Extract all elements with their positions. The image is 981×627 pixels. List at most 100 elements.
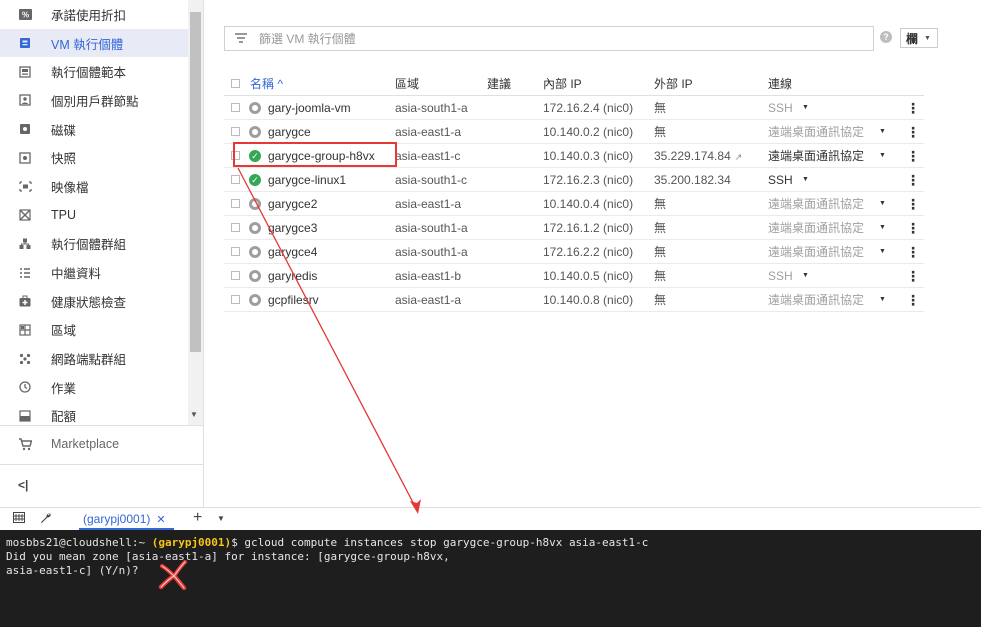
instance-name-link[interactable]: garygce <box>268 120 311 144</box>
instance-name-link[interactable]: garygce4 <box>268 240 317 264</box>
caret-down-icon[interactable]: ▼ <box>802 264 809 288</box>
caret-down-icon[interactable]: ▼ <box>879 120 886 144</box>
metadata-icon <box>18 266 32 280</box>
sidebar-item-label: 中繼資料 <box>51 267 102 282</box>
wrench-icon[interactable] <box>40 512 52 527</box>
select-all-checkbox[interactable] <box>231 79 240 88</box>
sidebar-item-label: 執行個體群組 <box>51 238 127 253</box>
more-options-icon[interactable]: ⋮ <box>906 264 920 288</box>
columns-button[interactable]: 欄 ▼ <box>900 28 938 48</box>
table-body: gary-joomla-vm asia-south1-a 172.16.2.4 (n… <box>224 96 924 312</box>
external-ip-cell: 無 <box>654 120 666 144</box>
sidebar-item[interactable]: 健康狀態檢查 <box>0 287 188 316</box>
zone-cell: asia-south1-a <box>395 101 468 115</box>
instance-group-icon <box>18 237 32 251</box>
internal-ip-cell: 10.140.0.8 (nic0) <box>543 293 634 307</box>
sidebar-item[interactable]: % 承諾使用折扣 <box>0 0 188 29</box>
sidebar-item-marketplace[interactable]: Marketplace <box>0 430 204 459</box>
prompt-project: (garypj0001) <box>151 536 232 549</box>
sidebar-scroll-thumb[interactable] <box>190 12 201 352</box>
columns-label: 欄 <box>906 31 919 46</box>
sidebar-item[interactable]: 作業 <box>0 373 188 402</box>
instance-name-link[interactable]: garygce2 <box>268 192 317 216</box>
instance-name-link[interactable]: gary-joomla-vm <box>268 96 351 120</box>
sidebar-item-label: 健康狀態檢查 <box>51 295 127 310</box>
caret-down-icon[interactable]: ▼ <box>879 288 886 312</box>
row-checkbox[interactable] <box>231 271 240 280</box>
sidebar-item[interactable]: 執行個體範本 <box>0 57 188 86</box>
more-options-icon[interactable]: ⋮ <box>906 288 920 312</box>
cloud-shell-tabbar: (garypj0001) ✕ + ▼ <box>0 507 981 530</box>
sidebar-item[interactable]: 配額 <box>0 402 188 431</box>
sidebar-item-label: Marketplace <box>51 437 120 452</box>
more-options-icon[interactable]: ⋮ <box>906 240 920 264</box>
sidebar-item[interactable]: 映像檔 <box>0 172 188 201</box>
more-options-icon[interactable]: ⋮ <box>906 216 920 240</box>
filter-input[interactable]: 篩選 VM 執行個體 <box>224 26 874 51</box>
external-ip-cell[interactable]: 35.200.182.34 <box>654 168 731 192</box>
connect-button[interactable]: 遠端桌面通訊協定 <box>768 192 864 216</box>
connect-button[interactable]: SSH <box>768 168 793 192</box>
more-options-icon[interactable]: ⋮ <box>906 96 920 120</box>
disk-icon <box>18 122 32 136</box>
caret-down-icon[interactable]: ▼ <box>879 240 886 264</box>
row-checkbox[interactable] <box>231 175 240 184</box>
caret-down-icon[interactable]: ▼ <box>879 216 886 240</box>
caret-down-icon[interactable]: ▼ <box>879 192 886 216</box>
collapse-sidebar-button[interactable]: <| <box>18 478 28 492</box>
sidebar-item[interactable]: 個別用戶群節點 <box>0 86 188 115</box>
connect-button[interactable]: 遠端桌面通訊協定 <box>768 120 864 144</box>
tab-cloud-shell[interactable]: (garypj0001) ✕ <box>79 509 174 530</box>
sidebar-item[interactable]: VM 執行個體 <box>0 28 188 58</box>
row-checkbox[interactable] <box>231 199 240 208</box>
external-ip-cell: 無 <box>654 192 666 216</box>
sidebar-item[interactable]: TPU <box>0 201 188 230</box>
row-checkbox[interactable] <box>231 103 240 112</box>
row-checkbox[interactable] <box>231 127 240 136</box>
external-ip-cell[interactable]: 35.229.174.84 ↗ <box>654 144 742 168</box>
more-options-icon[interactable]: ⋮ <box>906 144 920 168</box>
row-checkbox[interactable] <box>231 223 240 232</box>
more-options-icon[interactable]: ⋮ <box>906 120 920 144</box>
sidebar-item[interactable]: 中繼資料 <box>0 258 188 287</box>
keyboard-icon[interactable] <box>13 512 25 526</box>
connect-button[interactable]: 遠端桌面通訊協定 <box>768 288 864 312</box>
caret-down-icon[interactable]: ▼ <box>879 144 886 168</box>
external-ip-value: 無 <box>654 125 667 139</box>
add-tab-button[interactable]: + <box>193 509 202 527</box>
row-checkbox[interactable] <box>231 295 240 304</box>
instance-name-link[interactable]: garygce3 <box>268 216 317 240</box>
sidebar-item[interactable]: 磁碟 <box>0 115 188 144</box>
caret-down-icon[interactable]: ▼ <box>802 168 809 192</box>
sidebar-item[interactable]: 快照 <box>0 143 188 172</box>
sidebar-item[interactable]: 網路端點群組 <box>0 344 188 373</box>
instance-name-link[interactable]: garyredis <box>268 264 317 288</box>
more-options-icon[interactable]: ⋮ <box>906 192 920 216</box>
chevron-down-icon[interactable]: ▼ <box>217 514 225 523</box>
external-ip-value: 無 <box>654 269 667 283</box>
connect-button[interactable]: 遠端桌面通訊協定 <box>768 144 864 168</box>
caret-down-icon[interactable]: ▼ <box>802 96 809 120</box>
external-ip-value: 35.229.174.84 <box>654 149 731 163</box>
close-icon[interactable]: ✕ <box>156 514 165 526</box>
connect-button[interactable]: SSH <box>768 264 793 288</box>
table-row: garyredis asia-east1-b 10.140.0.5 (nic0) 無 S… <box>224 264 924 288</box>
connect-button[interactable]: 遠端桌面通訊協定 <box>768 216 864 240</box>
sidebar-item[interactable]: 區域 <box>0 316 188 345</box>
row-checkbox[interactable] <box>231 247 240 256</box>
table-row: garygce asia-east1-a 10.140.0.2 (nic0) 無 遠端桌… <box>224 120 924 144</box>
header-name[interactable]: 名稱 ^ <box>250 72 283 96</box>
more-options-icon[interactable]: ⋮ <box>906 168 920 192</box>
scroll-down-icon[interactable]: ▼ <box>190 410 198 419</box>
external-ip-cell: 無 <box>654 216 666 240</box>
annotation-wrong-icon <box>158 560 187 590</box>
connect-button[interactable]: SSH <box>768 96 793 120</box>
terminal[interactable]: mosbbs21@cloudshell:~ (garypj0001)$ gclo… <box>0 530 981 627</box>
instance-name-link[interactable]: garygce-linux1 <box>268 168 346 192</box>
sidebar-item-label: 個別用戶群節點 <box>51 94 139 109</box>
external-link-icon[interactable]: ↗ <box>735 152 743 162</box>
instance-name-link[interactable]: gcpfilesrv <box>268 288 319 312</box>
connect-button[interactable]: 遠端桌面通訊協定 <box>768 240 864 264</box>
help-icon[interactable]: ? <box>880 31 892 43</box>
sidebar-item[interactable]: 執行個體群組 <box>0 230 188 259</box>
